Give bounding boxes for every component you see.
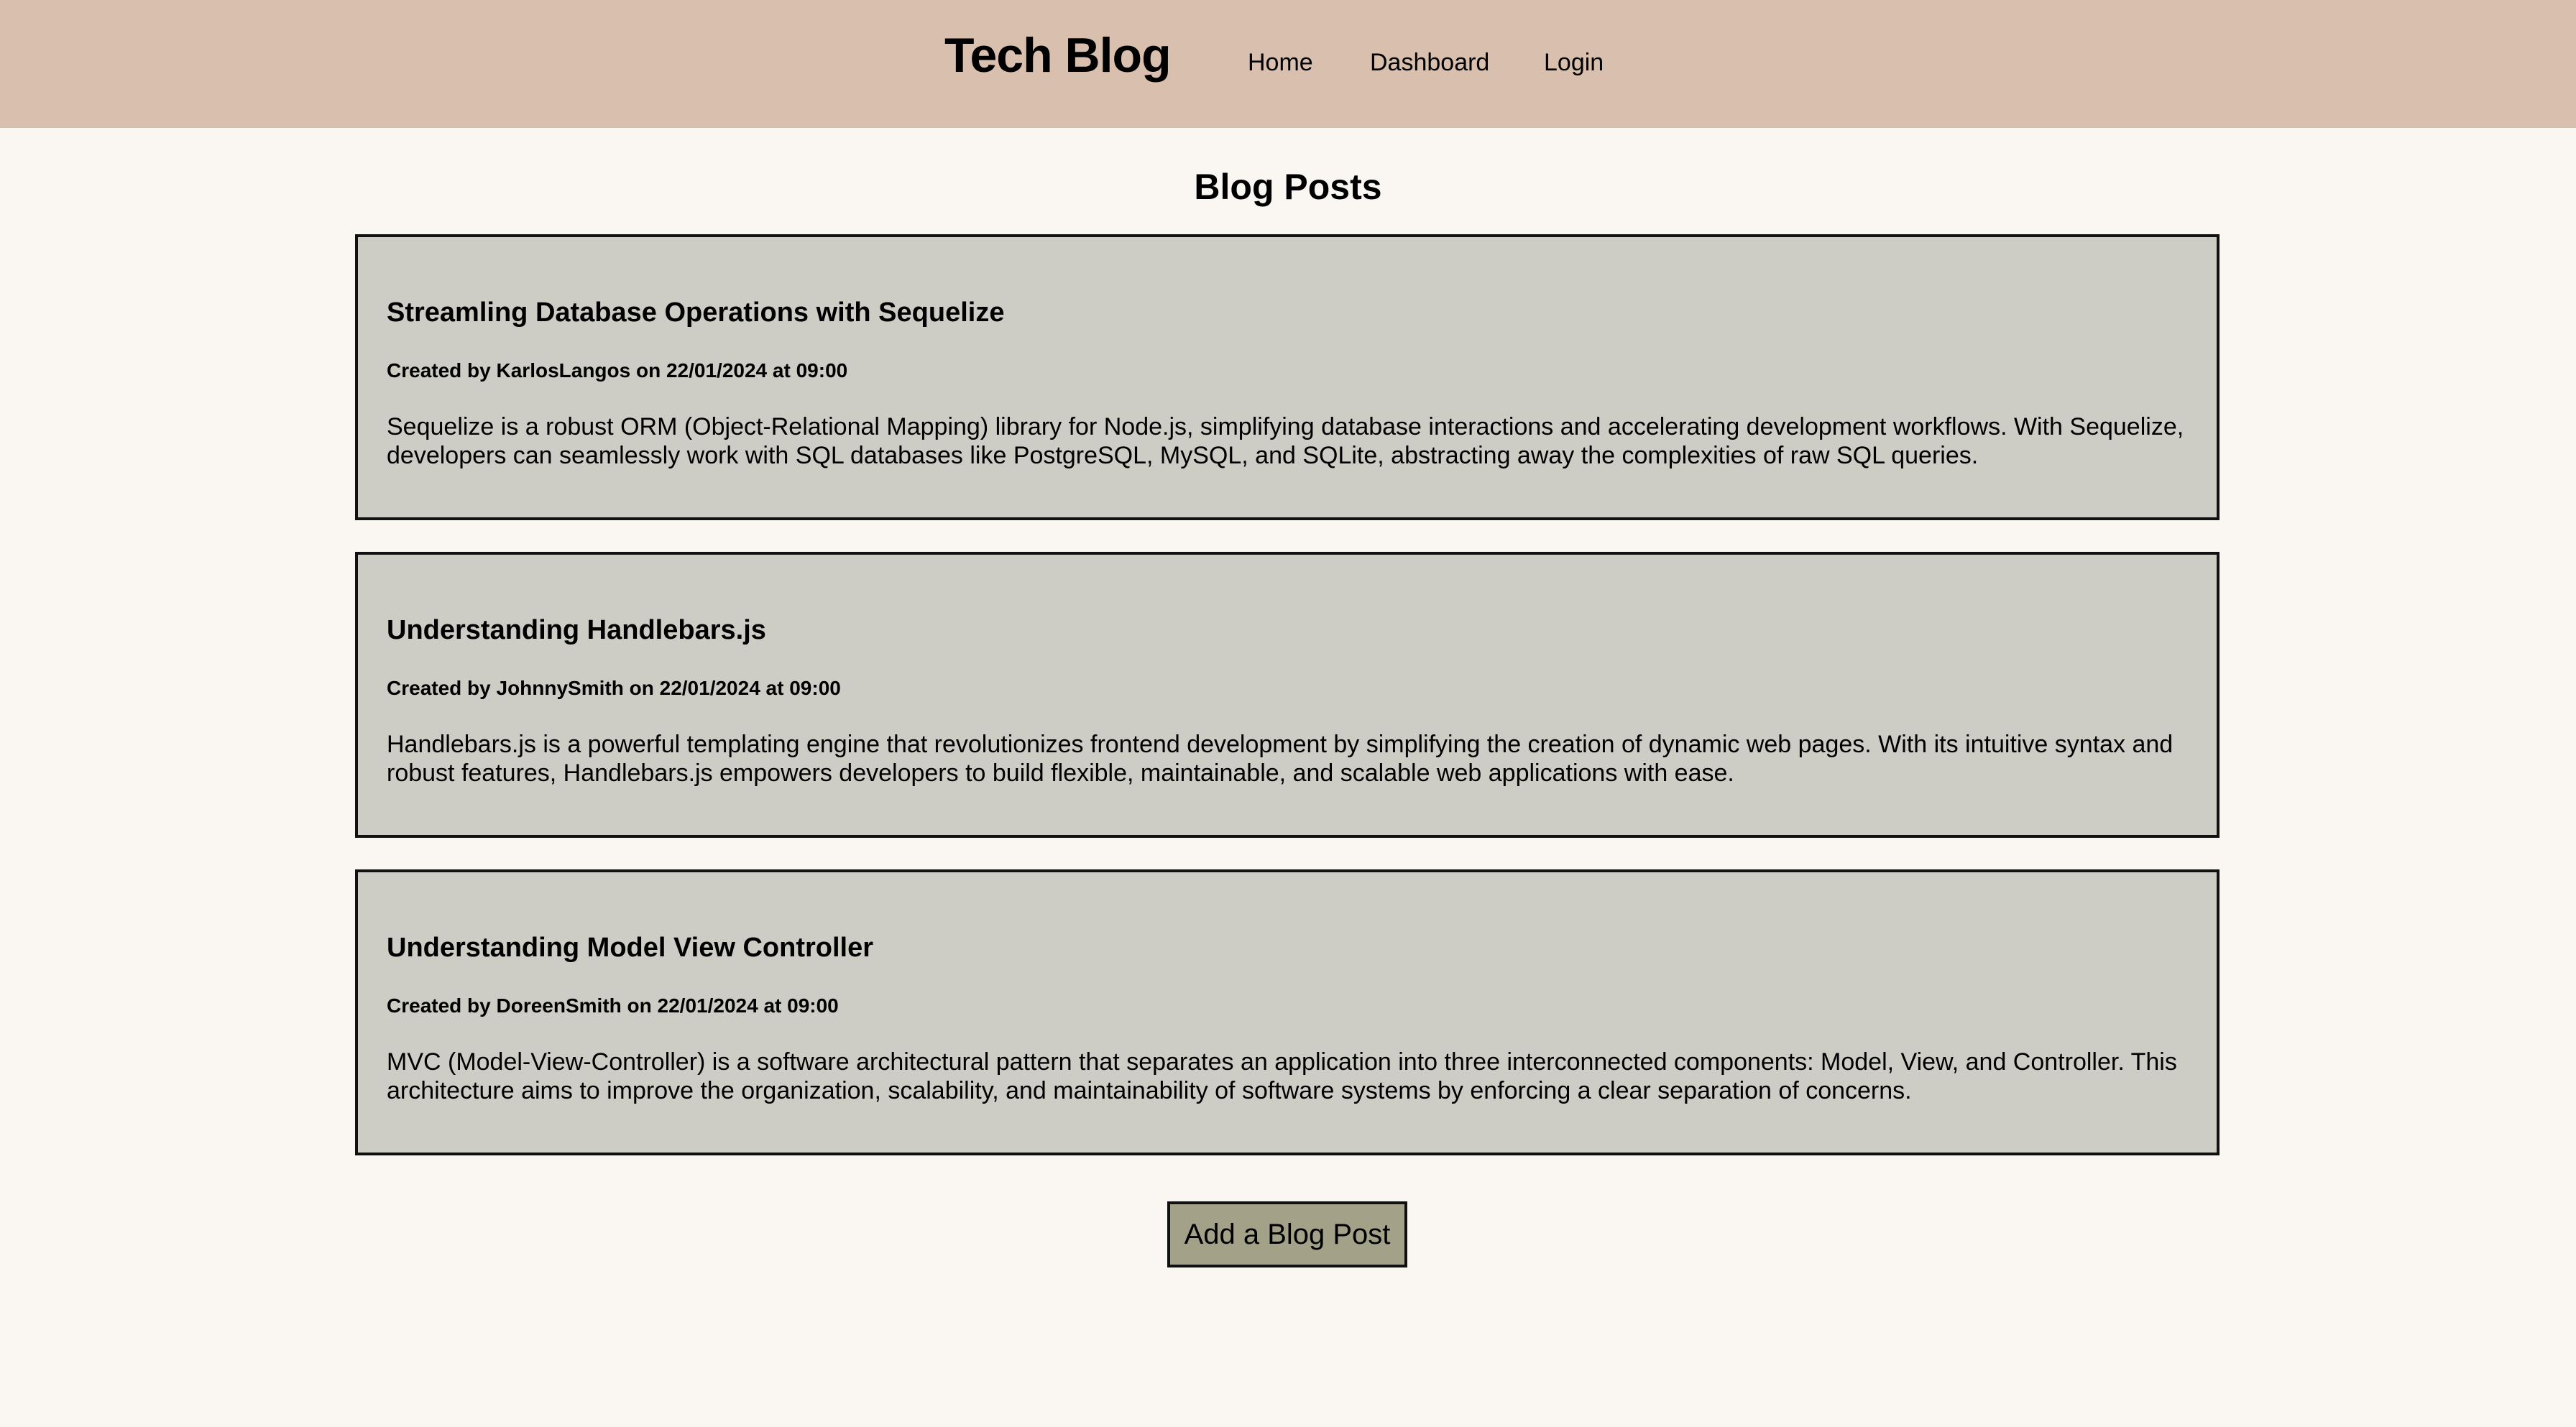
blog-post-card[interactable]: Understanding Model View Controller Crea… — [355, 869, 2220, 1155]
page-heading: Blog Posts — [1194, 167, 1382, 207]
nav-link-home[interactable]: Home — [1248, 46, 1313, 79]
at-label: at — [765, 677, 784, 699]
post-body: Sequelize is a robust ORM (Object-Relati… — [387, 413, 2184, 469]
post-title[interactable]: Understanding Model View Controller — [387, 930, 873, 966]
post-meta: Created by KarlosLangos on 22/01/2024 at… — [387, 358, 847, 384]
post-date: 22/01/2024 — [657, 994, 758, 1017]
post-body: Handlebars.js is a powerful templating e… — [387, 731, 2174, 787]
post-body: MVC (Model-View-Controller) is a softwar… — [387, 1048, 2177, 1104]
post-title[interactable]: Understanding Handlebars.js — [387, 612, 766, 648]
created-by-label: Created by — [387, 677, 491, 699]
post-meta: Created by DoreenSmith on 22/01/2024 at … — [387, 993, 839, 1019]
on-label: on — [627, 994, 652, 1017]
blog-post-card[interactable]: Streamling Database Operations with Sequ… — [355, 234, 2220, 520]
site-title[interactable]: Tech Blog — [944, 23, 1172, 88]
created-by-label: Created by — [387, 359, 491, 382]
on-label: on — [629, 677, 654, 699]
post-author: DoreenSmith — [496, 994, 622, 1017]
site-header: Tech Blog Home Dashboard Login — [0, 0, 2576, 128]
add-blog-post-button[interactable]: Add a Blog Post — [1167, 1201, 1407, 1267]
nav-link-login[interactable]: Login — [1544, 46, 1604, 79]
post-date: 22/01/2024 — [659, 677, 760, 699]
at-label: at — [763, 994, 782, 1017]
post-time: 09:00 — [796, 359, 848, 382]
created-by-label: Created by — [387, 994, 491, 1017]
post-date: 22/01/2024 — [666, 359, 768, 382]
on-label: on — [635, 359, 661, 382]
post-time: 09:00 — [787, 994, 839, 1017]
blog-post-card[interactable]: Understanding Handlebars.js Created by J… — [355, 552, 2220, 838]
post-author: JohnnySmith — [496, 677, 624, 699]
nav-link-dashboard[interactable]: Dashboard — [1370, 46, 1489, 79]
post-author: KarlosLangos — [496, 359, 631, 382]
post-time: 09:00 — [789, 677, 841, 699]
at-label: at — [772, 359, 791, 382]
post-meta: Created by JohnnySmith on 22/01/2024 at … — [387, 675, 841, 701]
post-title[interactable]: Streamling Database Operations with Sequ… — [387, 295, 1004, 331]
